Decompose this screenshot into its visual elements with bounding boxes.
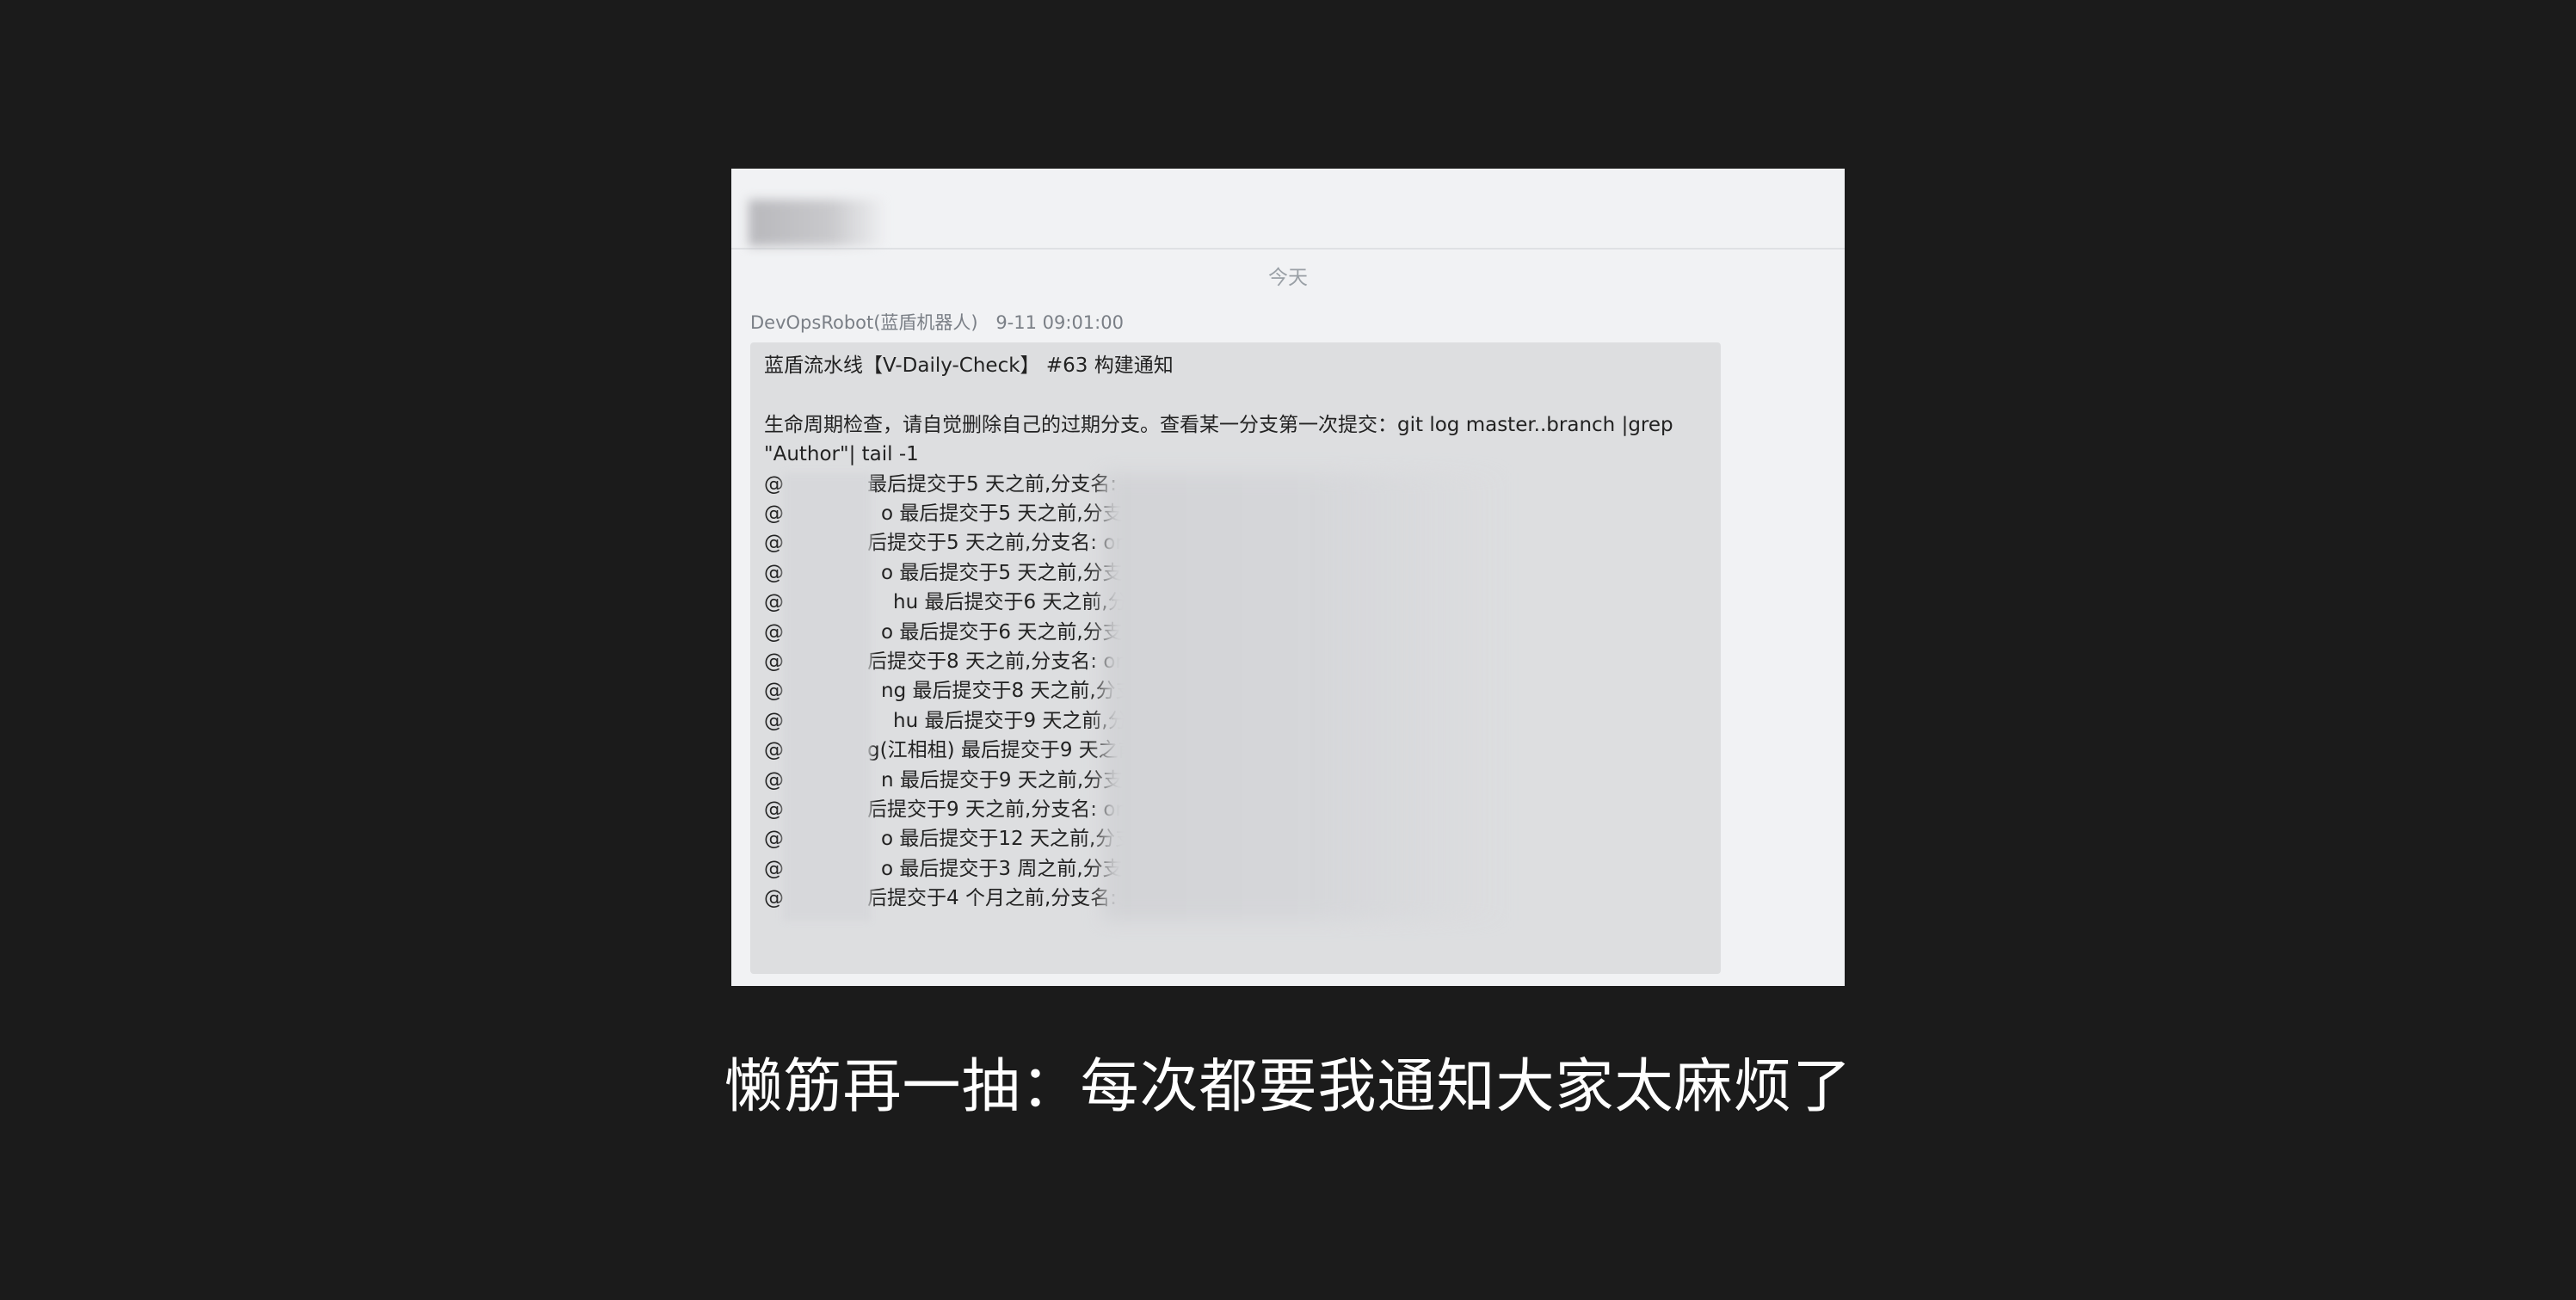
message-sender-line: DevOpsRobot(蓝盾机器人) 9-11 09:01:00 xyxy=(750,310,1124,336)
message-body: 生命周期检查，请自觉删除自己的过期分支。查看某一分支第一次提交：git log … xyxy=(764,413,1673,466)
chat-title-blurred xyxy=(749,200,886,246)
chat-header xyxy=(731,169,1845,250)
chat-window-screenshot: 今天 DevOpsRobot(蓝盾机器人) 9-11 09:01:00 蓝盾流水… xyxy=(731,169,1845,986)
date-divider: 今天 xyxy=(1268,267,1308,289)
mention-at-link[interactable]: @ xyxy=(764,854,784,884)
redacted-branches xyxy=(1103,473,1507,921)
message-bubble[interactable]: 蓝盾流水线【V-Daily-Check】 #63 构建通知 生命周期检查，请自觉… xyxy=(750,342,1721,974)
mention-at-link[interactable]: @ xyxy=(764,528,784,558)
mention-at-link[interactable]: @ xyxy=(764,795,784,824)
mention-at-link[interactable]: @ xyxy=(764,884,784,913)
mention-at-link[interactable]: @ xyxy=(764,766,784,795)
sender-name[interactable]: DevOpsRobot(蓝盾机器人) xyxy=(750,312,978,333)
mention-text: o 最后提交于12 天之前,分支 xyxy=(881,828,1136,851)
slide-caption: 懒筋再一抽：每次都要我通知大家太麻烦了 xyxy=(724,1053,1852,1121)
mention-at-link[interactable]: @ xyxy=(764,618,784,647)
mention-at-link[interactable]: @ xyxy=(764,647,784,676)
mention-text: g(江相柤) 最后提交于9 天之前 xyxy=(867,739,1138,762)
slide: 今天 DevOpsRobot(蓝盾机器人) 9-11 09:01:00 蓝盾流水… xyxy=(0,0,2576,1300)
mention-text: 后提交于9 天之前,分支名: or xyxy=(867,798,1124,821)
mention-text: 后提交于5 天之前,分支名: orig xyxy=(867,532,1142,555)
message-time: 9-11 09:01:00 xyxy=(995,312,1124,333)
mention-at-link[interactable]: @ xyxy=(764,824,784,853)
mention-at-link[interactable]: @ xyxy=(764,676,784,705)
mention-at-link[interactable]: @ xyxy=(764,588,784,617)
mention-at-link[interactable]: @ xyxy=(764,558,784,588)
mention-text: 最后提交于5 天之前,分支名: xyxy=(867,472,1118,496)
mention-at-link[interactable]: @ xyxy=(764,736,784,765)
redacted-names xyxy=(783,473,871,921)
mention-text: 后提交于4 个月之前,分支名: xyxy=(867,887,1118,910)
mention-at-link[interactable]: @ xyxy=(764,706,784,736)
mention-at-link[interactable]: @ xyxy=(764,499,784,528)
mention-at-link[interactable]: @ xyxy=(764,470,784,499)
mention-text: 后提交于8 天之前,分支名: orig xyxy=(867,650,1142,673)
message-title: 蓝盾流水线【V-Daily-Check】 #63 构建通知 xyxy=(764,354,1174,377)
